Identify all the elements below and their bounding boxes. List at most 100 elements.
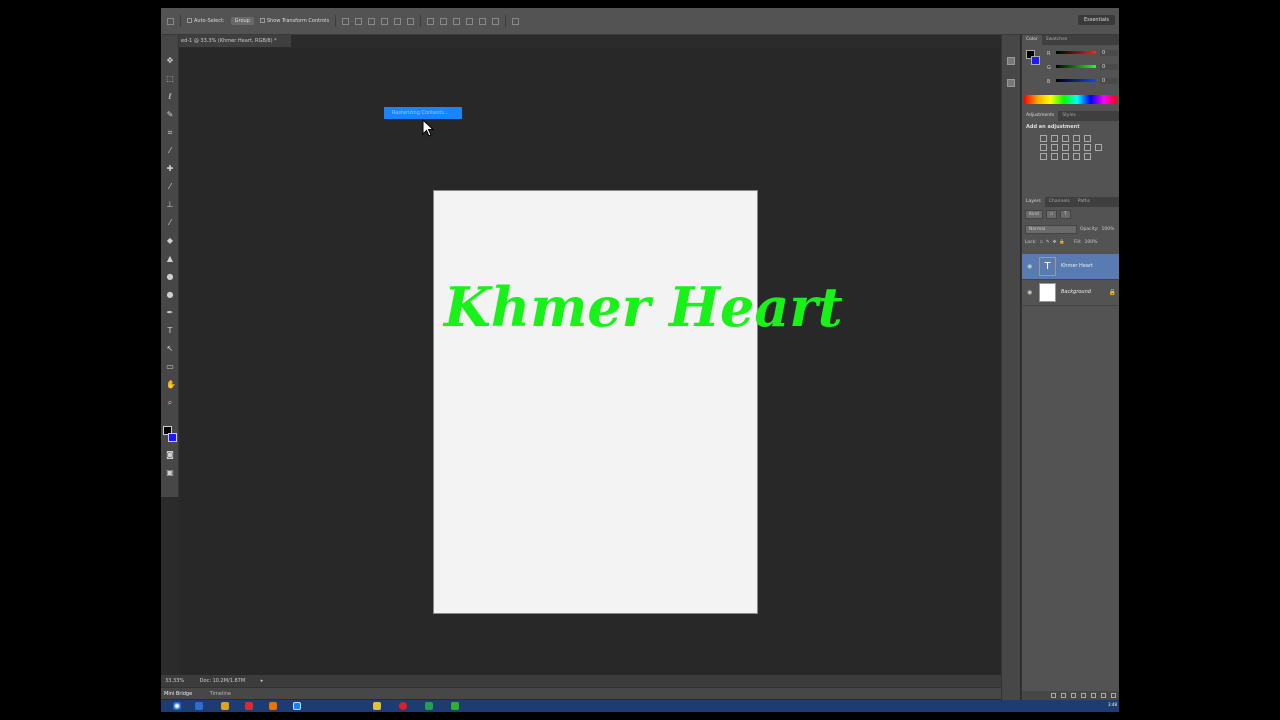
- tab-layers[interactable]: Layers: [1022, 197, 1045, 207]
- app-red-icon[interactable]: [245, 702, 253, 710]
- blend-mode-dropdown[interactable]: Normal: [1025, 225, 1077, 234]
- photo-filter-icon[interactable]: [1073, 144, 1080, 151]
- eyedropper-tool-icon[interactable]: ⁄: [166, 147, 174, 155]
- show-transform-checkbox[interactable]: Show Transform Controls: [259, 18, 329, 24]
- channel-mixer-icon[interactable]: [1084, 144, 1091, 151]
- document-canvas[interactable]: Khmer Heart: [433, 190, 843, 614]
- blue-slider[interactable]: [1056, 79, 1096, 82]
- align-middle-icon[interactable]: [355, 17, 363, 25]
- color-balance-icon[interactable]: [1051, 144, 1058, 151]
- align-center-icon[interactable]: [394, 17, 402, 25]
- explorer-icon[interactable]: [373, 702, 381, 710]
- align-top-icon[interactable]: [342, 17, 350, 25]
- quick-mask-icon[interactable]: ◙: [166, 451, 174, 459]
- layer-row-background[interactable]: ◉ Background 🔒: [1022, 280, 1119, 306]
- history-panel-icon[interactable]: [1007, 57, 1015, 65]
- healing-brush-tool-icon[interactable]: ✚: [166, 165, 174, 173]
- layer-name[interactable]: Background: [1061, 289, 1091, 295]
- type-tool-icon[interactable]: T: [166, 327, 174, 335]
- document-tab[interactable]: ed-1 @ 33.3% (Khmer Heart, RGB/8) *: [179, 35, 291, 47]
- opacity-value[interactable]: 100%: [1102, 227, 1115, 232]
- curves-icon[interactable]: [1062, 135, 1069, 142]
- clone-stamp-tool-icon[interactable]: ⊥: [166, 201, 174, 209]
- tab-channels[interactable]: Channels: [1045, 197, 1074, 207]
- start-button-icon[interactable]: [173, 702, 181, 710]
- color-spectrum-bar[interactable]: [1024, 95, 1117, 104]
- lock-image-icon[interactable]: ✎: [1046, 240, 1050, 245]
- tab-color[interactable]: Color: [1022, 35, 1042, 45]
- tab-timeline[interactable]: Timeline: [210, 691, 231, 697]
- crop-tool-icon[interactable]: ⌗: [166, 129, 174, 137]
- auto-align-icon[interactable]: [512, 17, 520, 25]
- excel-icon[interactable]: [451, 702, 459, 710]
- zoom-tool-icon[interactable]: ⌕: [166, 399, 174, 407]
- blue-value[interactable]: 0: [1100, 78, 1118, 84]
- document-info[interactable]: Doc: 10.2M/1.87M: [200, 678, 246, 684]
- green-value[interactable]: 0: [1100, 64, 1118, 70]
- align-left-icon[interactable]: [381, 17, 389, 25]
- tab-swatches[interactable]: Swatches: [1042, 35, 1072, 45]
- invert-icon[interactable]: [1040, 153, 1047, 160]
- hue-saturation-icon[interactable]: [1040, 144, 1047, 151]
- align-bottom-icon[interactable]: [368, 17, 376, 25]
- layer-name[interactable]: Khmer Heart: [1061, 263, 1093, 269]
- text-layer-content[interactable]: Khmer Heart: [444, 275, 843, 339]
- screen-mode-icon[interactable]: ▣: [166, 469, 174, 477]
- canvas-area[interactable]: Khmer Heart Rasterizing Contents...: [180, 48, 1000, 675]
- lock-all-icon[interactable]: 🔒: [1059, 240, 1065, 245]
- tab-paths[interactable]: Paths: [1074, 197, 1094, 207]
- lock-transparent-icon[interactable]: ▫: [1040, 240, 1043, 245]
- auto-select-dropdown[interactable]: Group: [230, 17, 254, 25]
- distribute-center-icon[interactable]: [479, 17, 487, 25]
- move-tool-icon[interactable]: [167, 17, 174, 25]
- zoom-level[interactable]: 33.33%: [165, 678, 184, 684]
- distribute-middle-icon[interactable]: [440, 17, 448, 25]
- photoshop-taskbar-icon[interactable]: [293, 702, 301, 710]
- red-value[interactable]: 0: [1100, 50, 1118, 56]
- distribute-left-icon[interactable]: [466, 17, 474, 25]
- hand-tool-icon[interactable]: ✋: [166, 381, 176, 389]
- workspace-switcher[interactable]: Essentials: [1077, 15, 1115, 25]
- visibility-eye-icon[interactable]: ◉: [1027, 289, 1032, 296]
- ie-icon[interactable]: [195, 702, 203, 710]
- media-icon[interactable]: [399, 702, 407, 710]
- background-color-swatch[interactable]: [168, 433, 177, 442]
- properties-panel-icon[interactable]: [1007, 79, 1015, 87]
- tab-styles[interactable]: Styles: [1058, 111, 1080, 121]
- distribute-bottom-icon[interactable]: [453, 17, 461, 25]
- distribute-top-icon[interactable]: [427, 17, 435, 25]
- distribute-right-icon[interactable]: [492, 17, 500, 25]
- filter-pixel-icon[interactable]: ▫: [1045, 210, 1057, 219]
- status-arrow-icon[interactable]: ▸: [261, 678, 264, 684]
- rectangle-tool-icon[interactable]: ▭: [166, 363, 174, 371]
- path-select-tool-icon[interactable]: ↖: [166, 345, 174, 353]
- black-white-icon[interactable]: [1062, 144, 1069, 151]
- filter-type-icon[interactable]: T: [1059, 210, 1071, 219]
- add-mask-icon[interactable]: [1071, 693, 1076, 698]
- link-layers-icon[interactable]: [1051, 693, 1056, 698]
- dodge-tool-icon[interactable]: ●: [166, 291, 174, 299]
- lasso-tool-icon[interactable]: ℓ: [166, 93, 174, 101]
- exposure-icon[interactable]: [1073, 135, 1080, 142]
- firefox-icon[interactable]: [269, 702, 277, 710]
- selective-color-icon[interactable]: [1084, 153, 1091, 160]
- layer-style-icon[interactable]: [1061, 693, 1066, 698]
- color-lookup-icon[interactable]: [1095, 144, 1102, 151]
- marquee-tool-icon[interactable]: ⬚: [166, 75, 174, 83]
- fill-value[interactable]: 100%: [1085, 240, 1098, 245]
- visibility-eye-icon[interactable]: ◉: [1027, 263, 1032, 270]
- align-right-icon[interactable]: [407, 17, 415, 25]
- pen-tool-icon[interactable]: ✒: [166, 309, 174, 317]
- auto-select-checkbox[interactable]: Auto-Select:: [187, 18, 225, 24]
- app-green-icon[interactable]: [425, 702, 433, 710]
- blur-tool-icon[interactable]: ●: [166, 273, 174, 281]
- brush-tool-icon[interactable]: ⁄: [166, 183, 174, 191]
- delete-layer-icon[interactable]: [1111, 693, 1116, 698]
- green-slider[interactable]: [1056, 65, 1096, 68]
- threshold-icon[interactable]: [1062, 153, 1069, 160]
- quick-select-tool-icon[interactable]: ✎: [166, 111, 174, 119]
- lock-position-icon[interactable]: ✥: [1053, 240, 1057, 245]
- gradient-tool-icon[interactable]: ▲: [166, 255, 174, 263]
- gradient-map-icon[interactable]: [1073, 153, 1080, 160]
- red-slider[interactable]: [1056, 51, 1096, 54]
